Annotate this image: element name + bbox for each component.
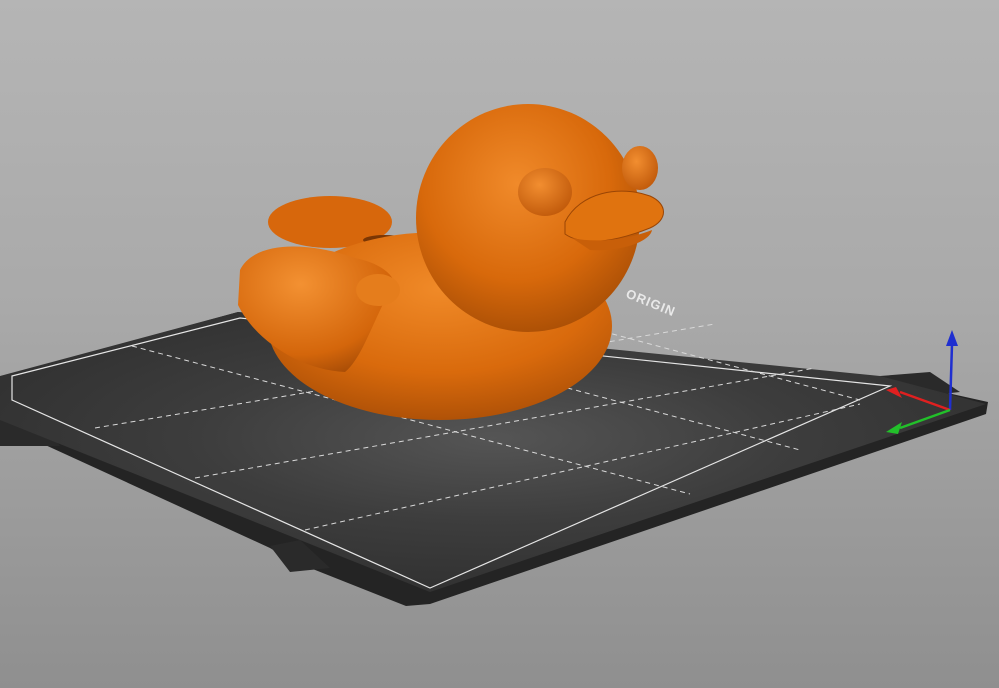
duck-eye-right <box>622 146 658 190</box>
scene-canvas[interactable]: ORIGIN <box>0 0 999 688</box>
bed-origin-label: ORIGIN <box>624 286 678 319</box>
duck-eye-left <box>518 168 572 216</box>
3d-viewport[interactable]: ORIGIN <box>0 0 999 688</box>
z-axis-arrow-icon <box>946 330 958 346</box>
duck-wing-tip <box>356 274 400 306</box>
